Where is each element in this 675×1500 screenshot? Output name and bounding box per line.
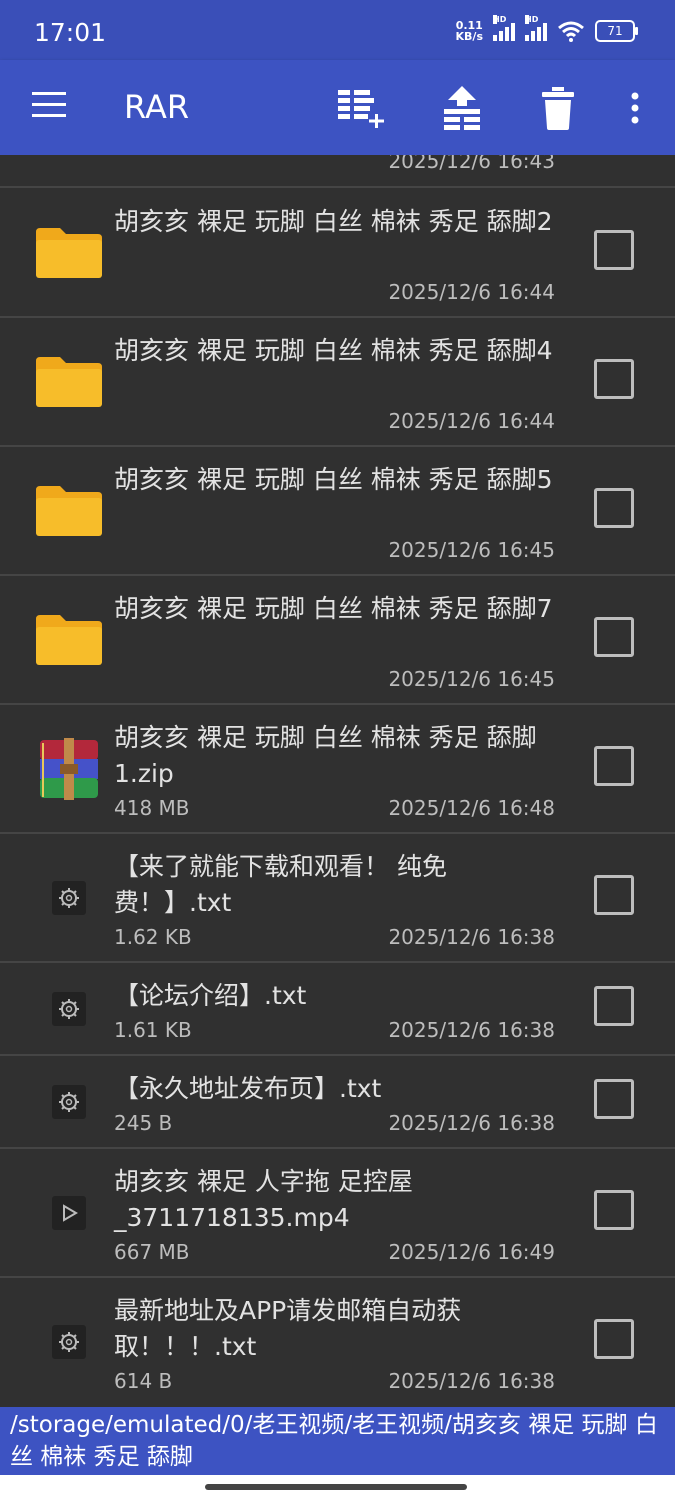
item-name: 【论坛介绍】.txt bbox=[114, 981, 307, 1010]
hd-label-2: HD bbox=[525, 15, 539, 24]
folder-icon bbox=[36, 228, 102, 278]
network-speed-unit: KB/s bbox=[455, 30, 483, 43]
item-size: 418 MB bbox=[114, 796, 190, 820]
item-size: 667 MB bbox=[114, 1240, 190, 1264]
item-date: 2025/12/6 16:38 bbox=[388, 925, 555, 949]
item-size: 1.62 KB bbox=[114, 925, 192, 949]
file-list[interactable]: 2025/12/6 16:43 胡亥亥 裸足 玩脚 白丝 棉袜 秀足 舔脚2 2… bbox=[0, 155, 675, 1407]
item-name: 最新地址及APP请发邮箱自动获取！！！.txt bbox=[114, 1296, 462, 1361]
item-date: 2025/12/6 16:38 bbox=[388, 1369, 555, 1393]
more-options-icon[interactable] bbox=[620, 84, 650, 132]
app-toolbar: RAR bbox=[0, 60, 675, 155]
list-item[interactable]: 胡亥亥 裸足 玩脚 白丝 棉袜 秀足 舔脚7 2025/12/6 16:45 bbox=[0, 575, 675, 705]
add-to-archive-icon[interactable] bbox=[336, 84, 384, 132]
list-item-partial[interactable]: 2025/12/6 16:43 bbox=[0, 155, 675, 188]
item-name: 胡亥亥 裸足 人字拖 足控屋_3711718135.mp4 bbox=[114, 1167, 413, 1232]
status-time: 17:01 bbox=[34, 18, 107, 47]
item-date: 2025/12/6 16:43 bbox=[388, 155, 555, 173]
list-item[interactable]: 【论坛介绍】.txt 1.61 KB 2025/12/6 16:38 bbox=[0, 962, 675, 1056]
rar-archive-icon bbox=[40, 738, 98, 800]
select-checkbox[interactable] bbox=[594, 875, 634, 915]
current-path: /storage/emulated/0/老王视频/老王视频/胡亥亥 裸足 玩脚 … bbox=[0, 1407, 675, 1475]
extract-icon[interactable] bbox=[438, 84, 486, 132]
item-date: 2025/12/6 16:38 bbox=[388, 1111, 555, 1135]
app-title: RAR bbox=[124, 88, 190, 126]
item-name: 【来了就能下载和观看！ 纯免费！】.txt bbox=[114, 852, 447, 917]
select-checkbox[interactable] bbox=[594, 986, 634, 1026]
select-checkbox[interactable] bbox=[594, 488, 634, 528]
gear-icon bbox=[52, 1085, 86, 1119]
item-date: 2025/12/6 16:44 bbox=[388, 280, 555, 304]
select-checkbox[interactable] bbox=[594, 617, 634, 657]
list-item[interactable]: 【永久地址发布页】.txt 245 B 2025/12/6 16:38 bbox=[0, 1055, 675, 1149]
select-checkbox[interactable] bbox=[594, 230, 634, 270]
home-gesture-handle[interactable] bbox=[205, 1484, 467, 1490]
item-name: 胡亥亥 裸足 玩脚 白丝 棉袜 秀足 舔脚7 bbox=[114, 594, 553, 623]
network-speed: 0.11 KB/s bbox=[456, 20, 483, 42]
item-date: 2025/12/6 16:38 bbox=[388, 1018, 555, 1042]
wifi-icon bbox=[558, 21, 584, 42]
folder-icon bbox=[36, 615, 102, 665]
gear-icon bbox=[52, 1325, 86, 1359]
delete-icon[interactable] bbox=[534, 84, 582, 132]
select-checkbox[interactable] bbox=[594, 746, 634, 786]
item-name: 胡亥亥 裸足 玩脚 白丝 棉袜 秀足 舔脚4 bbox=[114, 336, 553, 365]
item-date: 2025/12/6 16:45 bbox=[388, 667, 555, 691]
battery-icon: 71 bbox=[595, 20, 638, 42]
select-checkbox[interactable] bbox=[594, 359, 634, 399]
navigation-bar bbox=[0, 1475, 675, 1500]
item-name: 胡亥亥 裸足 玩脚 白丝 棉袜 秀足 舔脚5 bbox=[114, 465, 553, 494]
item-size: 614 B bbox=[114, 1369, 173, 1393]
list-item[interactable]: 胡亥亥 裸足 玩脚 白丝 棉袜 秀足 舔脚2 2025/12/6 16:44 bbox=[0, 188, 675, 318]
list-item[interactable]: 胡亥亥 裸足 玩脚 白丝 棉袜 秀足 舔脚5 2025/12/6 16:45 bbox=[0, 446, 675, 576]
signal-icon: HD bbox=[493, 15, 515, 41]
status-icons: 0.11 KB/s HD HD 71 bbox=[456, 15, 638, 42]
gear-icon bbox=[52, 881, 86, 915]
play-icon bbox=[52, 1196, 86, 1230]
list-item[interactable]: 胡亥亥 裸足 玩脚 白丝 棉袜 秀足 舔脚4 2025/12/6 16:44 bbox=[0, 317, 675, 447]
hd-label: HD bbox=[493, 15, 507, 24]
item-date: 2025/12/6 16:44 bbox=[388, 409, 555, 433]
item-name: 胡亥亥 裸足 玩脚 白丝 棉袜 秀足 舔脚2 bbox=[114, 207, 553, 236]
list-item[interactable]: 【来了就能下载和观看！ 纯免费！】.txt 1.62 KB 2025/12/6 … bbox=[0, 833, 675, 963]
menu-icon[interactable] bbox=[32, 92, 66, 122]
list-item[interactable]: 最新地址及APP请发邮箱自动获取！！！.txt 614 B 2025/12/6 … bbox=[0, 1277, 675, 1407]
select-checkbox[interactable] bbox=[594, 1319, 634, 1359]
gear-icon bbox=[52, 992, 86, 1026]
item-date: 2025/12/6 16:45 bbox=[388, 538, 555, 562]
folder-icon bbox=[36, 486, 102, 536]
list-item[interactable]: 胡亥亥 裸足 玩脚 白丝 棉袜 秀足 舔脚1.zip 418 MB 2025/1… bbox=[0, 704, 675, 834]
select-checkbox[interactable] bbox=[594, 1190, 634, 1230]
select-checkbox[interactable] bbox=[594, 1079, 634, 1119]
item-name: 胡亥亥 裸足 玩脚 白丝 棉袜 秀足 舔脚1.zip bbox=[114, 723, 537, 788]
status-bar: 17:01 0.11 KB/s HD HD 71 bbox=[0, 0, 675, 60]
item-date: 2025/12/6 16:49 bbox=[388, 1240, 555, 1264]
item-size: 245 B bbox=[114, 1111, 173, 1135]
item-name: 【永久地址发布页】.txt bbox=[114, 1074, 382, 1103]
signal-icon-2: HD bbox=[525, 15, 547, 41]
item-size: 1.61 KB bbox=[114, 1018, 192, 1042]
folder-icon bbox=[36, 357, 102, 407]
list-item[interactable]: 胡亥亥 裸足 人字拖 足控屋_3711718135.mp4 667 MB 202… bbox=[0, 1148, 675, 1278]
item-date: 2025/12/6 16:48 bbox=[388, 796, 555, 820]
